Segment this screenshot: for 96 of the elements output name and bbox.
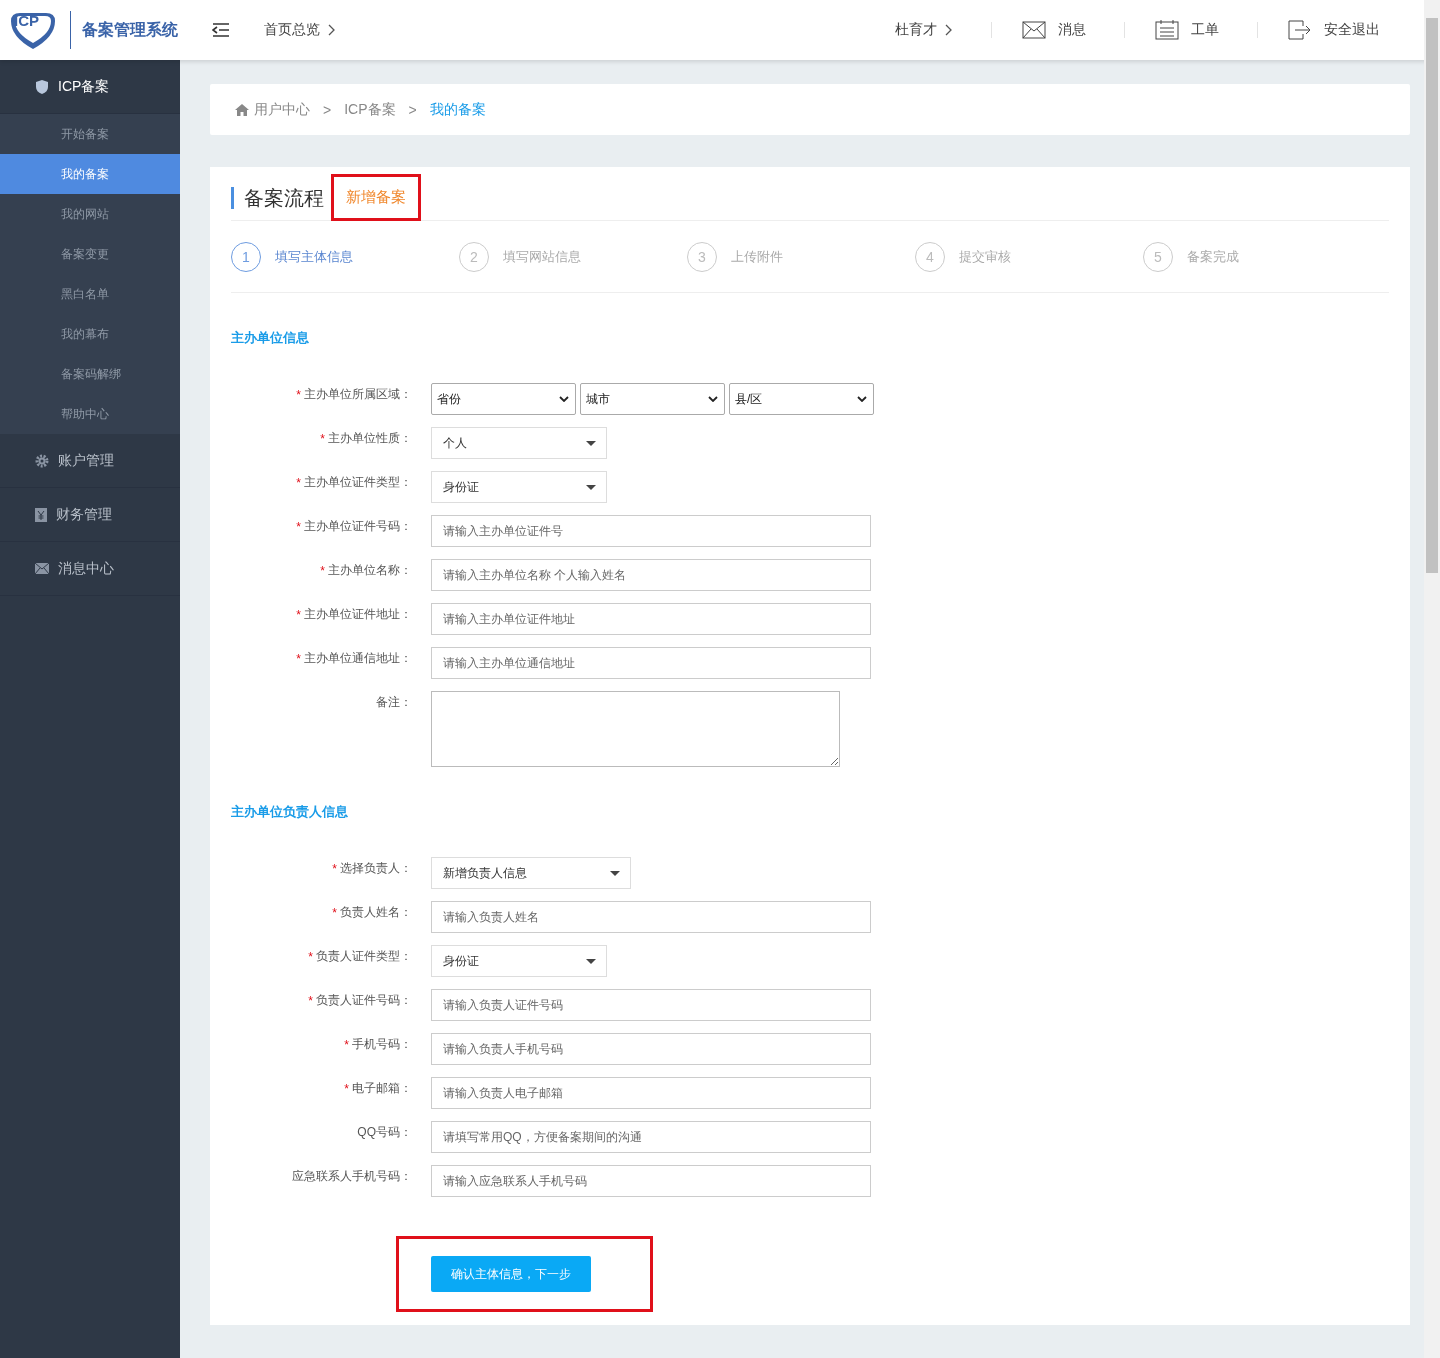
step-label: 提交审核 xyxy=(959,247,1011,266)
gear-icon xyxy=(35,453,49,468)
input-field[interactable]: 请输入应急联系人手机号码 xyxy=(431,1165,871,1197)
sidebar-subitem[interactable]: 我的备案 xyxy=(0,154,180,194)
breadcrumb-link[interactable]: 用户中心 xyxy=(254,100,310,119)
section-title: 主办单位信息 xyxy=(231,329,310,347)
sidebar-subitem[interactable]: 我的幕布 xyxy=(0,314,180,354)
caret-down-icon xyxy=(586,484,596,490)
input-field[interactable]: 请输入主办单位证件号 xyxy=(431,515,871,547)
input-field[interactable]: 请输入主办单位证件地址 xyxy=(431,603,871,635)
input-field[interactable]: 请填写常用QQ，方便备案期间的沟通 xyxy=(431,1121,871,1153)
dropdown[interactable]: 身份证 xyxy=(431,471,607,503)
field-label: 负责人证件类型： xyxy=(316,948,412,965)
input-field[interactable]: 请输入主办单位通信地址 xyxy=(431,647,871,679)
caret-down-icon xyxy=(586,440,596,446)
field-label: 主办单位证件地址： xyxy=(304,606,412,623)
yen-icon xyxy=(35,507,47,522)
chevron-down-icon xyxy=(559,396,569,402)
envelope-icon xyxy=(1022,21,1046,39)
sidebar-subitem[interactable]: 备案码解绑 xyxy=(0,354,180,394)
caret-down-icon xyxy=(610,870,620,876)
shield-icon xyxy=(35,78,49,95)
required-mark: * xyxy=(332,905,337,920)
required-mark: * xyxy=(296,651,301,666)
chevron-right-icon xyxy=(328,24,336,36)
clipboard-list-icon xyxy=(1155,20,1179,40)
home-overview-link[interactable]: 首页总览 xyxy=(264,21,320,39)
user-menu[interactable]: 杜育才 xyxy=(895,21,937,39)
header-action[interactable]: 消息 xyxy=(1022,21,1086,39)
chevron-down-icon xyxy=(857,396,867,402)
chevron-down-icon xyxy=(708,396,718,402)
panel-title: 备案流程 xyxy=(231,186,324,209)
dropdown[interactable]: 县/区 xyxy=(729,383,874,415)
input-field[interactable]: 请输入负责人证件号码 xyxy=(431,989,871,1021)
dropdown[interactable]: 个人 xyxy=(431,427,607,459)
envelope-icon xyxy=(35,563,49,574)
breadcrumb-link[interactable]: ICP备案 xyxy=(344,100,396,119)
sidebar-subitem[interactable]: 帮助中心 xyxy=(0,394,180,434)
required-mark: * xyxy=(344,1081,349,1096)
menu-icon[interactable] xyxy=(212,23,230,37)
input-field[interactable]: 请输入主办单位名称 个人输入姓名 xyxy=(431,559,871,591)
field-label: 主办单位名称： xyxy=(328,562,412,579)
sidebar-item[interactable]: 消息中心 xyxy=(0,542,180,596)
required-mark: * xyxy=(320,431,325,446)
field-label: 主办单位证件类型： xyxy=(304,474,412,491)
sidebar-item[interactable]: 财务管理 xyxy=(0,488,180,542)
logout-icon xyxy=(1288,20,1312,40)
required-mark: * xyxy=(344,1037,349,1052)
system-name: 备案管理系统 xyxy=(70,11,178,49)
required-mark: * xyxy=(296,519,301,534)
required-mark: * xyxy=(296,607,301,622)
required-mark: * xyxy=(332,861,337,876)
sidebar-subitem[interactable]: 我的网站 xyxy=(0,194,180,234)
section-title: 主办单位负责人信息 xyxy=(231,803,349,821)
required-mark: * xyxy=(320,563,325,578)
input-field[interactable]: 请输入负责人电子邮箱 xyxy=(431,1077,871,1109)
field-label: 选择负责人： xyxy=(340,860,412,877)
remarks-field[interactable] xyxy=(431,691,840,767)
input-field[interactable]: 请输入负责人姓名 xyxy=(431,901,871,933)
sidebar-subitem[interactable]: 黑白名单 xyxy=(0,274,180,314)
chevron-right-icon xyxy=(945,24,953,36)
field-label: 主办单位所属区域： xyxy=(304,386,412,403)
sidebar-subitem[interactable]: 备案变更 xyxy=(0,234,180,274)
home-icon xyxy=(235,103,249,116)
sidebar-item[interactable]: 账户管理 xyxy=(0,434,180,488)
step-label: 填写主体信息 xyxy=(275,247,353,266)
field-label: 手机号码： xyxy=(352,1036,412,1053)
field-label: 主办单位性质： xyxy=(328,430,412,447)
caret-down-icon xyxy=(586,958,596,964)
step-label: 备案完成 xyxy=(1187,247,1239,266)
dropdown[interactable]: 身份证 xyxy=(431,945,607,977)
step-label: 上传附件 xyxy=(731,247,783,266)
required-mark: * xyxy=(308,993,313,1008)
field-label: 负责人证件号码： xyxy=(316,992,412,1009)
scrollbar[interactable] xyxy=(1424,0,1440,1358)
required-mark: * xyxy=(296,475,301,490)
dropdown[interactable]: 城市 xyxy=(580,383,725,415)
field-label: 主办单位证件号码： xyxy=(304,518,412,535)
logo-text: ICP xyxy=(14,12,39,29)
field-label: 负责人姓名： xyxy=(340,904,412,921)
required-mark: * xyxy=(296,387,301,402)
header-action[interactable]: 工单 xyxy=(1155,20,1219,40)
field-label: 电子邮箱： xyxy=(352,1080,412,1097)
field-label: 备注： xyxy=(376,694,412,711)
sidebar-subitem[interactable]: 开始备案 xyxy=(0,114,180,154)
dropdown[interactable]: 新增负责人信息 xyxy=(431,857,631,889)
step-label: 填写网站信息 xyxy=(503,247,581,266)
field-label: 应急联系人手机号码： xyxy=(292,1168,412,1185)
input-field[interactable]: 请输入负责人手机号码 xyxy=(431,1033,871,1065)
breadcrumb-separator: > xyxy=(323,101,332,118)
header-action[interactable]: 安全退出 xyxy=(1288,20,1380,40)
required-mark: * xyxy=(308,949,313,964)
dropdown[interactable]: 省份 xyxy=(431,383,576,415)
field-label: QQ号码： xyxy=(357,1124,412,1141)
breadcrumb-separator: > xyxy=(408,101,417,118)
field-label: 主办单位通信地址： xyxy=(304,650,412,667)
